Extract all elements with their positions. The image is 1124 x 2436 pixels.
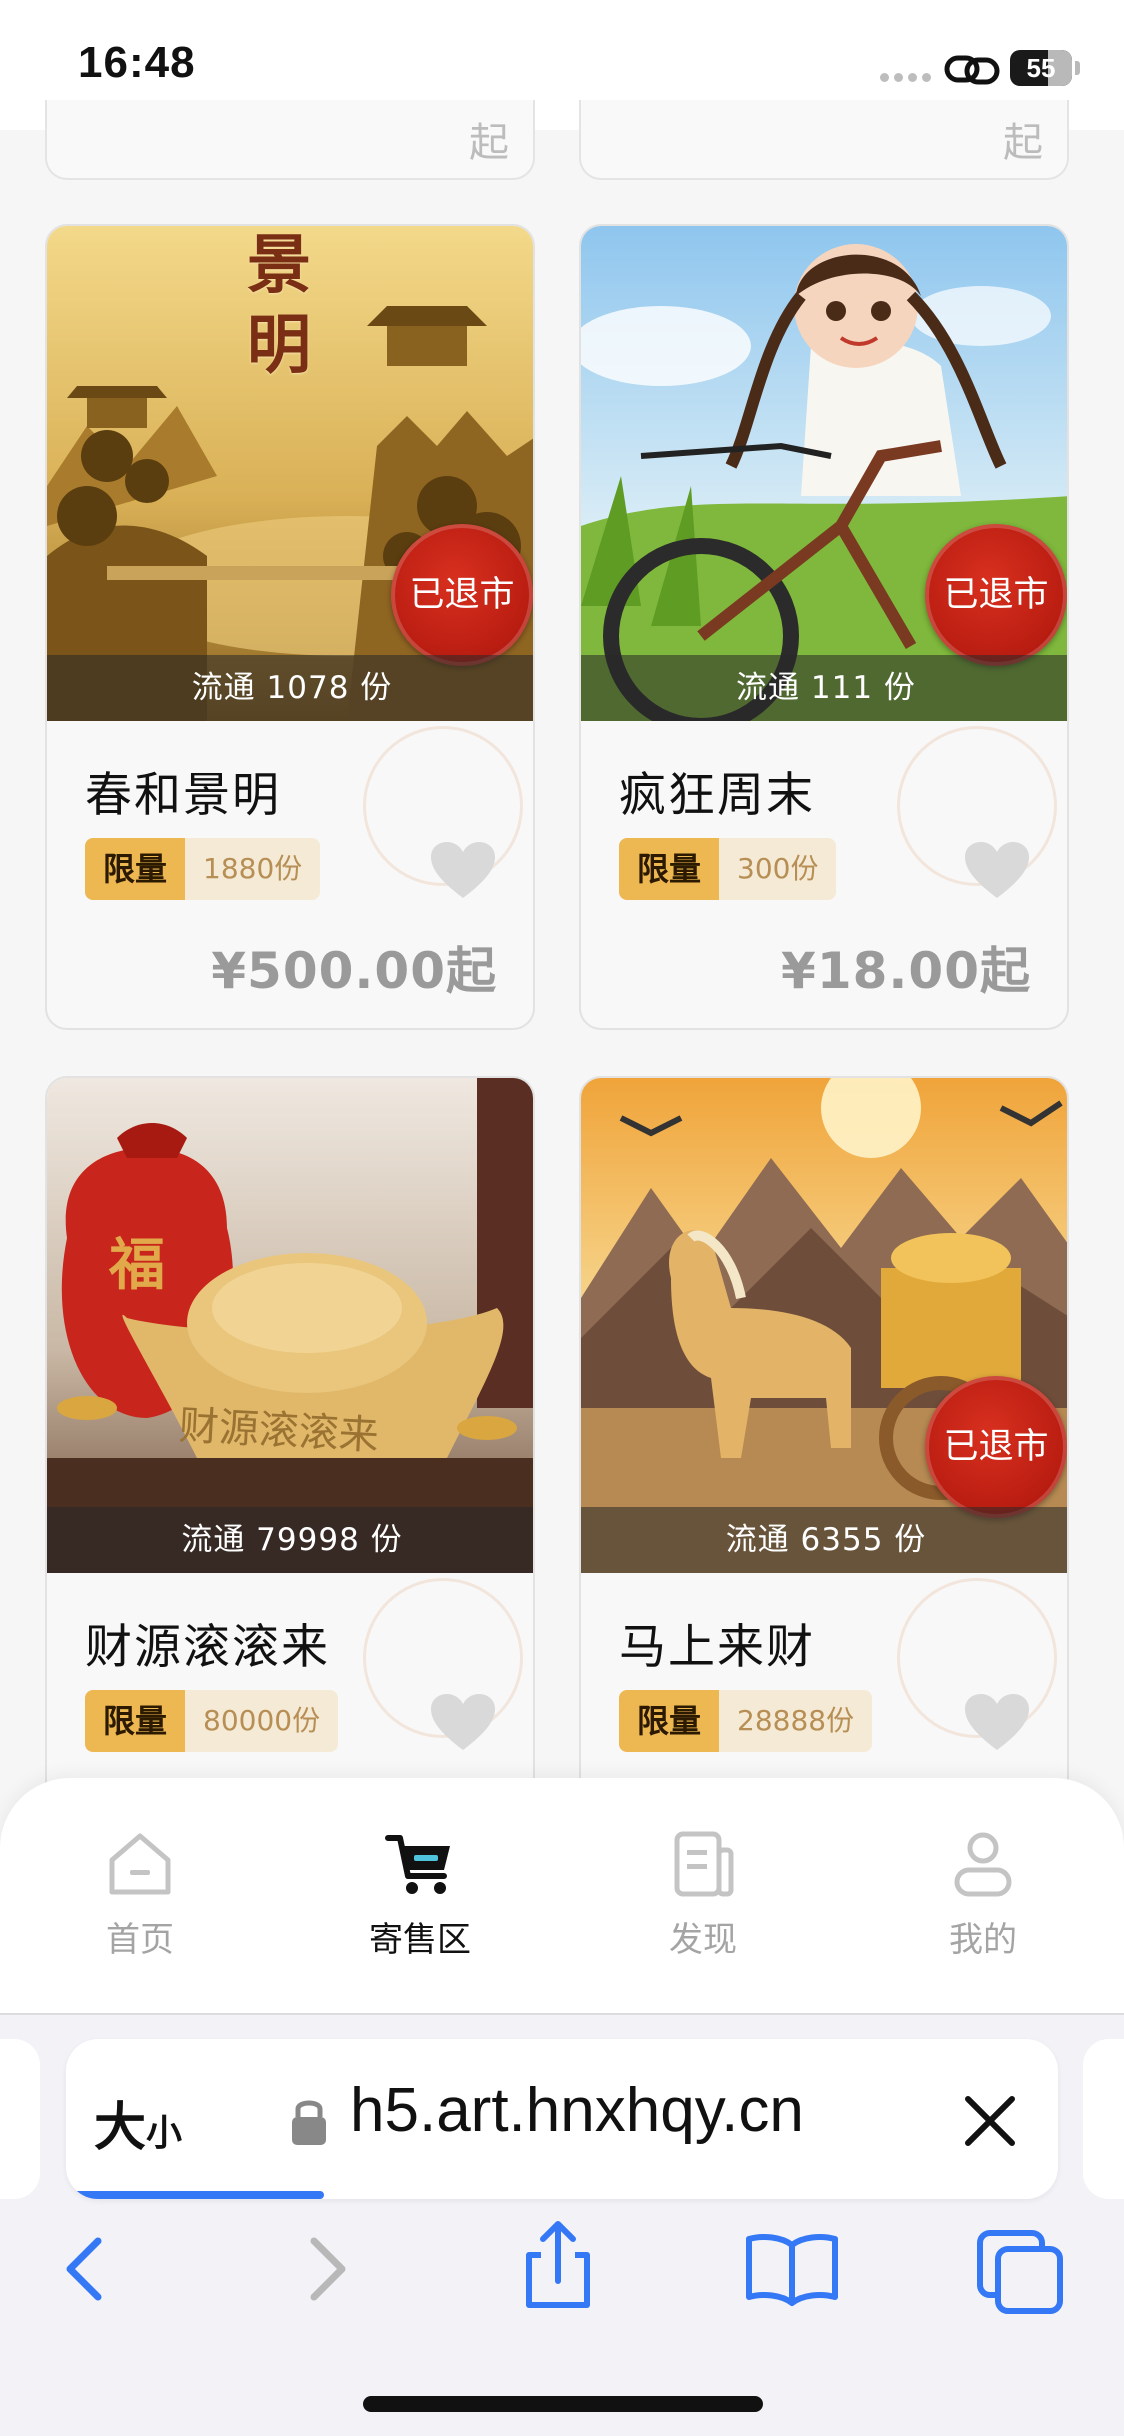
address-bar[interactable]: 大小 h5.art.hnxhqy.cn <box>66 2039 1058 2199</box>
product-title: 马上来财 <box>619 1620 815 1675</box>
browser-toolbar: 大小 h5.art.hnxhqy.cn <box>0 2013 1124 2436</box>
tabs-icon <box>977 2230 1063 2314</box>
back-button[interactable] <box>30 2211 140 2321</box>
tab-home[interactable]: 首页 <box>40 1828 240 1961</box>
tab-label: 首页 <box>106 1920 174 1960</box>
previous-card-left[interactable]: 起 <box>45 100 535 180</box>
circulation-count: 流通 111 份 <box>581 655 1067 721</box>
limit-label: 限量 <box>85 838 186 900</box>
product-image[interactable]: 福 财源滚滚来 流通 79998 份 <box>47 1078 533 1573</box>
fortune-character: 福 <box>109 1232 165 1298</box>
bookmarks-button[interactable] <box>737 2211 847 2321</box>
tab-profile[interactable]: 我的 <box>883 1828 1083 1961</box>
battery-cap <box>1075 61 1080 75</box>
product-price: ¥500.00起 <box>211 942 497 1000</box>
ingot-inscription: 财源滚滚来 <box>177 1402 380 1460</box>
product-title: 疯狂周末 <box>619 768 815 823</box>
home-indicator <box>363 2396 763 2412</box>
book-icon <box>746 2234 838 2306</box>
next-tab-pill[interactable] <box>1083 2039 1124 2199</box>
limit-label: 限量 <box>619 1690 720 1752</box>
limit-count: 1880份 <box>185 838 321 900</box>
battery-icon: 55 <box>1010 50 1072 86</box>
page-load-progress <box>66 2191 324 2199</box>
signal-dots-icon <box>880 73 931 82</box>
product-price: ¥18.00起 <box>781 942 1031 1000</box>
tab-label: 发现 <box>669 1920 737 1960</box>
delisted-badge: 已退市 <box>925 524 1067 666</box>
limit-tag: 限量 28888份 <box>619 1690 873 1752</box>
tab-discover[interactable]: 发现 <box>603 1828 803 1961</box>
gold-ingot-artwork <box>47 1078 533 1573</box>
home-icon <box>109 1833 171 1895</box>
heart-icon[interactable] <box>429 1692 497 1752</box>
link-icon <box>944 55 1000 85</box>
circulation-count: 流通 1078 份 <box>47 655 533 721</box>
peek-price-suffix: 起 <box>1003 120 1043 166</box>
url-text[interactable]: h5.art.hnxhqy.cn <box>350 2075 804 2146</box>
peek-price-suffix: 起 <box>469 120 509 166</box>
limit-tag: 限量 80000份 <box>85 1690 339 1752</box>
previous-card-right[interactable]: 起 <box>579 100 1069 180</box>
limit-count: 300份 <box>719 838 837 900</box>
product-image[interactable]: 景 明 已退市 流通 1078 份 <box>47 226 533 721</box>
product-card[interactable]: 已退市 流通 111 份 疯狂周末 限量 300份 ¥18.00起 <box>579 224 1069 1030</box>
previous-tab-pill[interactable] <box>0 2039 40 2199</box>
limit-label: 限量 <box>619 838 720 900</box>
circulation-count: 流通 6355 份 <box>581 1507 1067 1573</box>
text-size-button[interactable]: 大小 <box>94 2085 182 2160</box>
limit-tag: 限量 1880份 <box>85 838 321 900</box>
cart-icon <box>385 1835 450 1894</box>
document-icon <box>674 1831 734 1897</box>
product-image[interactable]: 已退市 流通 111 份 <box>581 226 1067 721</box>
lock-icon <box>292 2100 326 2145</box>
product-card[interactable]: 福 财源滚滚来 流通 79998 份 财源滚滚来 限量 80000份 <box>45 1076 535 1882</box>
tab-consignment[interactable]: 寄售区 <box>320 1828 520 1961</box>
forward-button[interactable] <box>272 2211 382 2321</box>
limit-tag: 限量 300份 <box>619 838 837 900</box>
person-icon <box>954 1832 1012 1897</box>
share-button[interactable] <box>503 2211 613 2321</box>
tabs-button[interactable] <box>968 2211 1078 2321</box>
product-card[interactable]: 已退市 流通 6355 份 马上来财 限量 28888份 <box>579 1076 1069 1882</box>
status-time: 16:48 <box>78 38 196 87</box>
limit-count: 80000份 <box>185 1690 339 1752</box>
delisted-badge: 已退市 <box>925 1376 1067 1518</box>
limit-count: 28888份 <box>719 1690 873 1752</box>
tab-label: 寄售区 <box>369 1920 471 1960</box>
heart-icon[interactable] <box>963 840 1031 900</box>
tab-label: 我的 <box>949 1920 1017 1960</box>
chevron-right-icon <box>310 2237 346 2301</box>
bottom-tab-bar: 首页 寄售区 发现 我的 <box>0 1778 1124 2013</box>
battery-level: 55 <box>1026 53 1056 83</box>
delisted-badge: 已退市 <box>391 524 533 666</box>
product-title: 财源滚滚来 <box>85 1620 330 1675</box>
product-card[interactable]: 景 明 已退市 流通 1078 份 春和景明 限量 1880份 ¥500.00起 <box>45 224 535 1030</box>
artwork-calligraphy: 景 明 <box>247 228 311 383</box>
heart-icon[interactable] <box>963 1692 1031 1752</box>
chevron-left-icon <box>66 2237 102 2301</box>
limit-label: 限量 <box>85 1690 186 1752</box>
heart-icon[interactable] <box>429 840 497 900</box>
close-icon[interactable] <box>956 2087 1024 2155</box>
circulation-count: 流通 79998 份 <box>47 1507 533 1573</box>
share-icon <box>526 2221 590 2308</box>
product-image[interactable]: 已退市 流通 6355 份 <box>581 1078 1067 1573</box>
product-title: 春和景明 <box>85 768 281 823</box>
